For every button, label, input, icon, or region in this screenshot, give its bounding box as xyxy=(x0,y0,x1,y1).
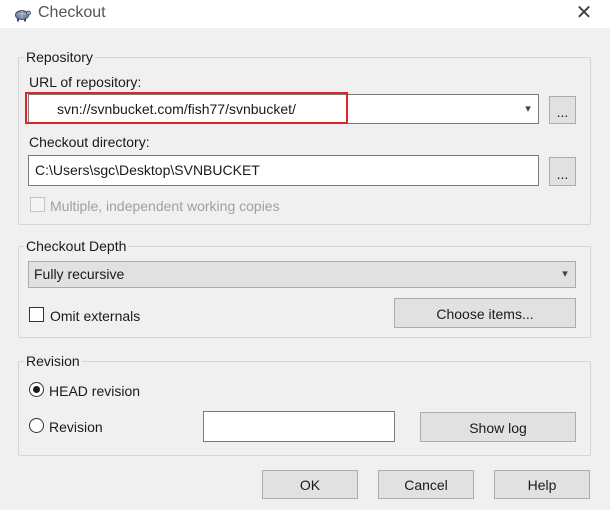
revision-label: Revision xyxy=(49,419,103,435)
chevron-down-icon[interactable]: ▾ xyxy=(557,266,573,282)
url-highlight-box xyxy=(25,92,348,124)
dir-label: Checkout directory: xyxy=(29,134,150,150)
head-revision-radio[interactable] xyxy=(29,382,44,397)
window-title: Checkout xyxy=(38,4,106,21)
dir-browse-button[interactable]: ... xyxy=(549,157,576,186)
revision-radio[interactable] xyxy=(29,418,44,433)
cancel-button[interactable]: Cancel xyxy=(378,470,474,499)
close-icon[interactable]: ✕ xyxy=(573,2,595,24)
chevron-down-icon[interactable]: ▾ xyxy=(519,100,537,118)
url-label: URL of repository: xyxy=(29,74,142,90)
repository-group-label: Repository xyxy=(24,48,95,66)
depth-selected-value: Fully recursive xyxy=(34,266,125,282)
multiple-copies-checkbox[interactable] xyxy=(30,197,45,212)
dir-input[interactable]: C:\Users\sgc\Desktop\SVNBUCKET xyxy=(28,155,539,186)
omit-externals-label: Omit externals xyxy=(50,308,141,324)
revision-group-label: Revision xyxy=(24,352,82,370)
depth-group-label: Checkout Depth xyxy=(24,237,129,255)
radio-selected-dot xyxy=(33,386,40,393)
omit-externals-checkbox[interactable] xyxy=(29,307,44,322)
depth-select[interactable]: Fully recursive xyxy=(28,261,576,288)
show-log-button[interactable]: Show log xyxy=(420,412,576,442)
tortoise-svn-icon xyxy=(15,10,31,22)
help-button[interactable]: Help xyxy=(494,470,590,499)
ok-button[interactable]: OK xyxy=(262,470,358,499)
head-revision-label: HEAD revision xyxy=(49,383,141,399)
dir-value: C:\Users\sgc\Desktop\SVNBUCKET xyxy=(35,162,260,178)
choose-items-button[interactable]: Choose items... xyxy=(394,298,576,328)
revision-input[interactable] xyxy=(203,411,395,442)
url-browse-button[interactable]: ... xyxy=(549,96,576,124)
multiple-copies-label: Multiple, independent working copies xyxy=(50,198,280,214)
